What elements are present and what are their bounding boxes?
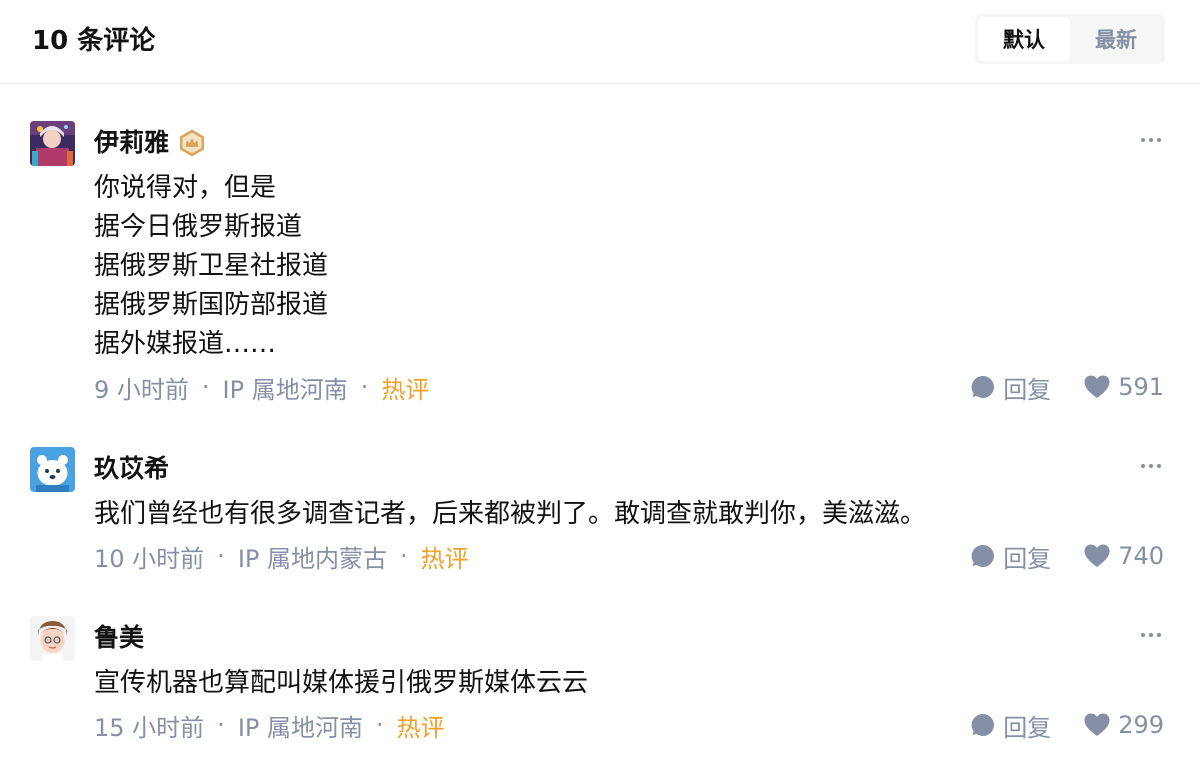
like-count: 299 [1118, 711, 1164, 739]
like-button[interactable]: 299 [1083, 711, 1164, 739]
comment-time: 10 小时前 [94, 544, 205, 573]
crown-badge-icon [177, 128, 207, 158]
meta-separator: · [360, 373, 369, 401]
author-name[interactable]: 玖苡希 [94, 449, 169, 489]
sort-toggle: 默认 最新 [975, 14, 1165, 64]
ip-location: IP 属地河南 [222, 375, 348, 404]
ip-location: IP 属地内蒙古 [237, 544, 387, 573]
comment-text: 宣传机器也算配叫媒体援引俄罗斯媒体云云 [94, 664, 588, 703]
reply-button[interactable]: 回复 [970, 539, 1051, 574]
comment-bubble-icon [971, 713, 995, 736]
avatar[interactable] [30, 447, 75, 492]
comment-line: 据外媒报道…… [94, 329, 277, 359]
comment-bubble-icon [971, 375, 995, 398]
author-row: 鲁美 [94, 618, 144, 658]
ip-location: IP 属地河南 [237, 713, 363, 742]
author-row: 玖苡希 [94, 449, 169, 489]
comments-header: 10 条评论 默认 最新 [0, 0, 1200, 84]
comment-item: 鲁美 宣传机器也算配叫媒体援引俄罗斯媒体云云 15 小时前 · IP 属地河南 … [0, 616, 1200, 746]
more-options-icon[interactable] [1136, 451, 1166, 481]
comment-meta: 10 小时前 · IP 属地内蒙古 · 热评 [94, 538, 469, 574]
comment-line: 据今日俄罗斯报道 [94, 212, 303, 242]
meta-separator: · [376, 711, 384, 739]
avatar[interactable] [30, 121, 75, 166]
comment-text: 你说得对，但是 据今日俄罗斯报道 据俄罗斯卫星社报道 据俄罗斯国防部报道 据外媒… [94, 169, 328, 364]
meta-separator: · [201, 373, 210, 401]
comment-line: 我们曾经也有很多调查记者，后来都被判了。敢调查就敢判你，美滋滋。 [94, 499, 927, 529]
comment-meta: 9 小时前 · IP 属地河南 · 热评 [94, 369, 429, 405]
author-row: 伊莉雅 [94, 123, 207, 163]
meta-separator: · [217, 542, 225, 570]
avatar[interactable] [30, 616, 75, 661]
like-count: 740 [1118, 542, 1164, 570]
comment-meta: 15 小时前 · IP 属地河南 · 热评 [94, 707, 445, 743]
comment-time: 9 小时前 [94, 375, 189, 404]
blue-cartoon-bear-avatar [30, 447, 75, 492]
heart-icon [1084, 375, 1110, 398]
author-name[interactable]: 伊莉雅 [94, 123, 169, 163]
author-name[interactable]: 鲁美 [94, 618, 144, 658]
comment-text: 我们曾经也有很多调查记者，后来都被判了。敢调查就敢判你，美滋滋。 [94, 495, 926, 534]
comment-line: 宣传机器也算配叫媒体援引俄罗斯媒体云云 [94, 668, 589, 698]
reply-button[interactable]: 回复 [970, 708, 1051, 743]
comment-actions: 回复 299 [970, 707, 1164, 743]
comment-count-title: 10 条评论 [32, 26, 156, 56]
reply-button[interactable]: 回复 [970, 370, 1051, 405]
comment-item: 伊莉雅 你说得对，但是 据今日俄罗斯报道 据俄罗斯卫星社报道 据俄罗斯国防部报道… [0, 121, 1200, 411]
like-button[interactable]: 591 [1083, 373, 1164, 401]
comment-actions: 回复 591 [970, 369, 1164, 405]
sort-default-button[interactable]: 默认 [978, 17, 1070, 61]
reply-label: 回复 [1003, 544, 1052, 573]
comment-line: 据俄罗斯国防部报道 [94, 290, 329, 320]
anime-character-avatar [30, 121, 75, 166]
reply-label: 回复 [1003, 713, 1052, 742]
like-button[interactable]: 740 [1083, 542, 1164, 570]
sort-latest-button[interactable]: 最新 [1070, 17, 1162, 61]
more-options-icon[interactable] [1136, 620, 1166, 650]
heart-icon [1084, 544, 1110, 567]
cartoon-boy-avatar [30, 616, 75, 661]
heart-icon [1084, 713, 1110, 736]
comment-line: 你说得对，但是 [94, 173, 277, 203]
comment-line: 据俄罗斯卫星社报道 [94, 251, 329, 281]
comment-actions: 回复 740 [970, 538, 1164, 574]
meta-separator: · [217, 711, 225, 739]
like-count: 591 [1118, 373, 1164, 401]
reply-label: 回复 [1003, 375, 1052, 404]
hot-comment-tag: 热评 [396, 713, 445, 742]
more-options-icon[interactable] [1136, 125, 1166, 155]
comment-time: 15 小时前 [94, 713, 205, 742]
comment-bubble-icon [971, 544, 995, 567]
comment-item: 玖苡希 我们曾经也有很多调查记者，后来都被判了。敢调查就敢判你，美滋滋。 10 … [0, 447, 1200, 577]
hot-comment-tag: 热评 [420, 544, 469, 573]
meta-separator: · [400, 542, 408, 570]
hot-comment-tag: 热评 [381, 375, 430, 404]
